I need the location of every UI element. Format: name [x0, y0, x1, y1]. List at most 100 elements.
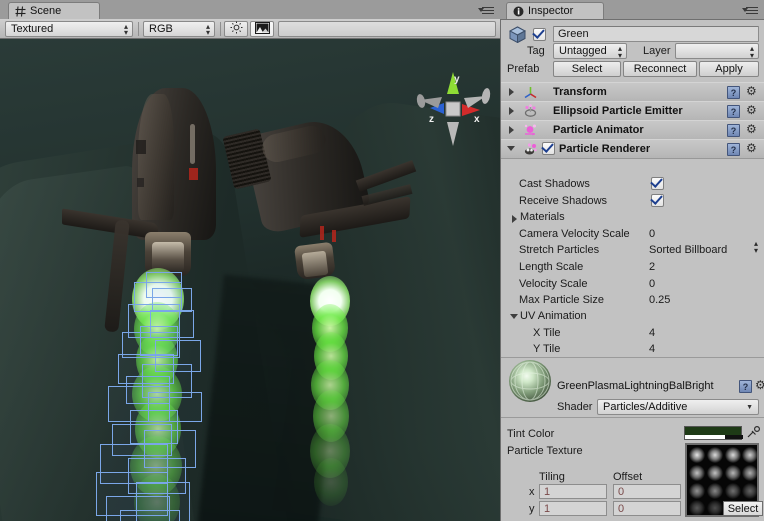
engine-pod-left-panel-line — [190, 124, 195, 164]
prop-value-max-particle-size[interactable]: 0.25 — [649, 294, 670, 306]
engine-panel-hatch-a — [136, 140, 146, 154]
gameobject-enabled-checkbox[interactable] — [533, 28, 546, 41]
scene-toolbar-spacer — [278, 21, 496, 37]
help-book-icon[interactable]: ? — [727, 124, 740, 137]
transform-name: Transform — [553, 86, 607, 98]
gameobject-cube-icon — [509, 26, 526, 46]
tint-color-swatch[interactable] — [684, 426, 742, 440]
tab-inspector[interactable]: Inspector — [506, 2, 604, 19]
receive-shadows-checkbox[interactable] — [651, 194, 664, 207]
tab-scene[interactable]: Scene — [8, 2, 100, 19]
scene-axis-gizmo[interactable]: y x z — [408, 64, 498, 154]
inspector-pane-menu-icon[interactable] — [742, 5, 760, 17]
prefab-apply-button[interactable]: Apply — [699, 61, 759, 77]
render-mode-dropdown[interactable]: RGB ▴▾ — [143, 21, 215, 37]
scene-toolbar: Textured ▴▾ RGB ▴▾ — [0, 19, 500, 39]
gameobject-name-value: Green — [558, 28, 589, 40]
tiling-y-field[interactable]: 1 — [539, 501, 607, 516]
chevron-updown-icon: ▴▾ — [618, 45, 622, 59]
component-header-transform[interactable] — [501, 82, 764, 102]
inspector-tabstrip: Inspector — [500, 0, 764, 19]
material-sphere-icon — [509, 360, 551, 402]
offset-y-field[interactable]: 0 — [613, 501, 681, 516]
prop-label-stretch-particles: Stretch Particles — [519, 244, 599, 256]
offset-y-value: 0 — [618, 503, 624, 515]
prop-label-receive-shadows: Receive Shadows — [519, 195, 607, 207]
ellipsoid-emitter-foldout-icon[interactable] — [509, 107, 514, 115]
particle-texture-label: Particle Texture — [507, 445, 583, 457]
prop-value-velocity-scale[interactable]: 0 — [649, 278, 655, 290]
shader-value: Particles/Additive — [603, 401, 687, 413]
fx-toggle-button[interactable] — [250, 21, 274, 37]
tint-color-label: Tint Color — [507, 428, 554, 440]
tag-label: Tag — [527, 45, 545, 57]
tag-dropdown[interactable]: Untagged ▴▾ — [553, 43, 627, 59]
gear-icon[interactable]: ⚙ — [746, 123, 760, 136]
render-mode-label: RGB — [149, 23, 173, 35]
engine-indicator-light-left — [189, 168, 198, 180]
shader-label: Shader — [557, 401, 592, 413]
image-icon — [255, 22, 270, 37]
grid-icon — [15, 6, 26, 17]
gizmo-y-label: y — [454, 74, 460, 85]
prop-value-y-tile[interactable]: 4 — [649, 343, 655, 355]
cast-shadows-checkbox[interactable] — [651, 177, 664, 190]
particle-animator-foldout-icon[interactable] — [509, 126, 514, 134]
prop-label-cast-shadows: Cast Shadows — [519, 178, 590, 190]
texture-select-button[interactable]: Select — [723, 501, 763, 516]
offset-x-field[interactable]: 0 — [613, 484, 681, 499]
eyedropper-icon[interactable] — [746, 425, 760, 439]
unity-editor-window: Scene — [0, 0, 764, 521]
prop-value-x-tile[interactable]: 4 — [649, 327, 655, 339]
inspector-panel: Green Tag Untagged ▴▾ Layer ▴▾ Prefab Se… — [500, 19, 764, 521]
gear-icon[interactable]: ⚙ — [746, 104, 760, 117]
prefab-reconnect-button[interactable]: Reconnect — [623, 61, 697, 77]
gear-icon[interactable]: ⚙ — [755, 379, 764, 392]
tiling-x-axis-label: x — [529, 486, 535, 498]
tiling-x-field[interactable]: 1 — [539, 484, 607, 499]
prop-value-stretch-particles[interactable]: Sorted Billboard — [649, 244, 727, 256]
tiling-x-value: 1 — [544, 486, 550, 498]
ellipsoid-emitter-name: Ellipsoid Particle Emitter — [553, 105, 683, 117]
scene-pane-menu-icon[interactable] — [478, 5, 496, 17]
prop-label-velocity-scale: Velocity Scale — [519, 278, 587, 290]
chevron-updown-icon: ▴▾ — [206, 24, 210, 36]
help-book-icon[interactable]: ? — [739, 380, 752, 393]
chevron-updown-icon: ▴▾ — [124, 24, 128, 36]
shader-dropdown[interactable]: Particles/Additive ▼ — [597, 399, 759, 415]
stretch-particles-chevron-updown-icon[interactable]: ▴▾ — [754, 240, 758, 254]
info-icon — [513, 6, 524, 17]
prop-label-materials: Materials — [520, 211, 565, 223]
prefab-reconnect-label: Reconnect — [634, 63, 687, 75]
uv-animation-foldout-icon[interactable] — [510, 314, 518, 319]
gear-icon[interactable]: ⚙ — [746, 142, 760, 155]
materials-foldout-icon[interactable] — [512, 215, 517, 223]
prop-label-camera-velocity-scale: Camera Velocity Scale — [519, 228, 630, 240]
layer-dropdown[interactable]: ▴▾ — [675, 43, 759, 59]
transform-foldout-icon[interactable] — [509, 88, 514, 96]
scene-tabstrip: Scene — [0, 0, 500, 19]
texture-select-label: Select — [728, 503, 759, 515]
help-book-icon[interactable]: ? — [727, 105, 740, 118]
help-book-icon[interactable]: ? — [727, 143, 740, 156]
toolbar-separator-2 — [220, 22, 221, 36]
tag-value: Untagged — [559, 45, 607, 57]
draw-mode-dropdown[interactable]: Textured ▴▾ — [5, 21, 133, 37]
particle-renderer-icon — [523, 142, 538, 160]
engine-pod-left-highlight — [138, 94, 174, 220]
particle-renderer-foldout-icon[interactable] — [507, 146, 515, 151]
scene-view[interactable]: y x z — [0, 19, 500, 521]
help-book-icon[interactable]: ? — [727, 86, 740, 99]
draw-mode-label: Textured — [11, 23, 53, 35]
particle-renderer-enabled-checkbox[interactable] — [542, 142, 555, 155]
gameobject-name-field[interactable]: Green — [553, 26, 759, 42]
sun-icon — [230, 21, 243, 37]
chevron-down-icon: ▼ — [746, 404, 753, 411]
prop-value-length-scale[interactable]: 2 — [649, 261, 655, 273]
gear-icon[interactable]: ⚙ — [746, 85, 760, 98]
particle-plume-right — [292, 276, 382, 516]
prefab-select-button[interactable]: Select — [553, 61, 621, 77]
prop-label-max-particle-size: Max Particle Size — [519, 294, 604, 306]
prop-value-camera-velocity-scale[interactable]: 0 — [649, 228, 655, 240]
lighting-toggle-button[interactable] — [224, 21, 248, 37]
